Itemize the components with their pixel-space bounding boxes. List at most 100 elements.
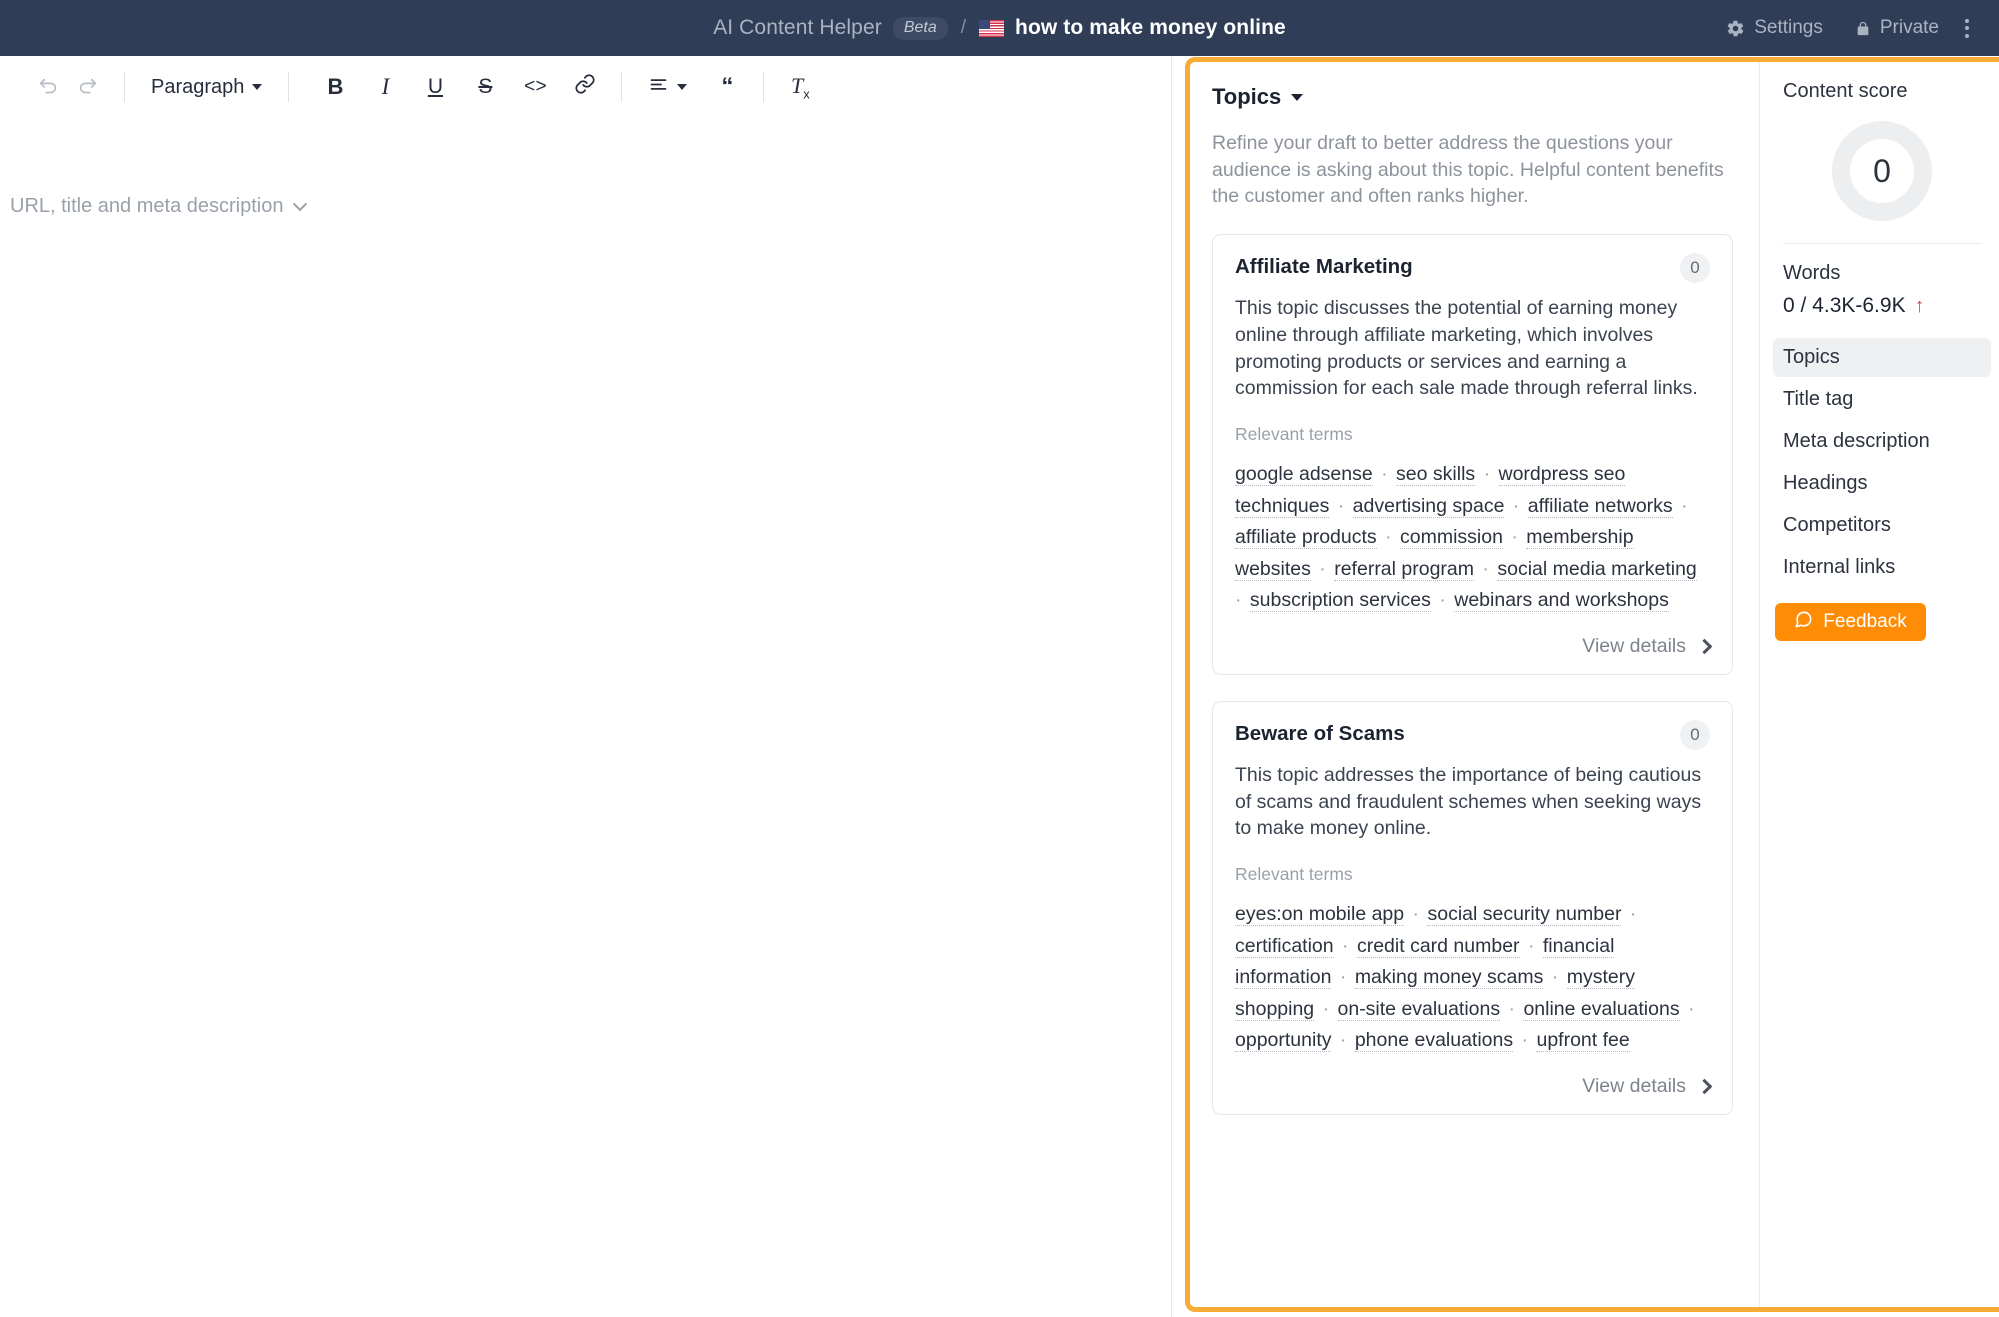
- bold-button[interactable]: B: [315, 67, 355, 107]
- relevant-term[interactable]: referral program: [1334, 557, 1475, 581]
- term-separator: ·: [1477, 557, 1495, 580]
- term-separator: ·: [1433, 589, 1452, 612]
- term-separator: ·: [1478, 462, 1496, 485]
- topic-count-badge: 0: [1680, 253, 1710, 284]
- relevant-term[interactable]: commission: [1400, 526, 1503, 550]
- topic-title: Affiliate Marketing: [1235, 255, 1413, 279]
- term-separator: ·: [1624, 902, 1637, 925]
- term-separator: ·: [1546, 966, 1564, 989]
- sidebar-item-title-tag[interactable]: Title tag: [1773, 380, 1991, 419]
- term-separator: ·: [1379, 526, 1397, 549]
- settings-button[interactable]: Settings: [1710, 11, 1839, 45]
- us-flag-icon: [979, 19, 1005, 37]
- chevron-right-icon: [1696, 638, 1713, 655]
- feedback-button[interactable]: Feedback: [1775, 603, 1926, 641]
- topics-column: Topics Refine your draft to better addre…: [1190, 62, 1760, 1307]
- view-details-label: View details: [1582, 634, 1686, 657]
- align-left-icon: [648, 74, 669, 101]
- term-separator: ·: [1334, 966, 1352, 989]
- relevant-term[interactable]: phone evaluations: [1354, 1029, 1514, 1053]
- relevant-term[interactable]: affiliate networks: [1527, 494, 1673, 518]
- right-panel: Topics Refine your draft to better addre…: [1173, 56, 1999, 1317]
- relevant-term[interactable]: subscription services: [1249, 589, 1431, 613]
- content-score-gauge: 0: [1783, 121, 1981, 221]
- inline-code-button[interactable]: <>: [515, 67, 555, 107]
- words-value-row: 0 / 4.3K-6.9K ↑: [1783, 294, 1981, 318]
- words-value: 0 / 4.3K-6.9K: [1783, 294, 1906, 317]
- relevant-term[interactable]: certification: [1235, 934, 1334, 958]
- align-dropdown[interactable]: [638, 67, 697, 107]
- blockquote-button[interactable]: “: [707, 67, 747, 107]
- view-details-link[interactable]: View details: [1235, 1074, 1713, 1098]
- view-details-link[interactable]: View details: [1235, 634, 1713, 658]
- relevant-terms-label: Relevant terms: [1235, 863, 1353, 884]
- relevant-term[interactable]: online evaluations: [1523, 997, 1680, 1021]
- topic-description: This topic discusses the potential of ea…: [1235, 297, 1698, 400]
- chevron-down-icon: [252, 84, 263, 90]
- toolbar-divider: [763, 72, 765, 102]
- sidebar-item-label: Title tag: [1783, 388, 1854, 410]
- term-separator: ·: [1317, 997, 1335, 1020]
- topic-card[interactable]: Beware of Scams 0 This topic addresses t…: [1212, 700, 1733, 1115]
- sidebar-item-headings[interactable]: Headings: [1773, 464, 1991, 503]
- term-separator: ·: [1522, 934, 1540, 957]
- relevant-term[interactable]: social media marketing: [1497, 557, 1697, 581]
- beta-badge: Beta: [892, 16, 948, 40]
- relevant-term[interactable]: social security number: [1427, 902, 1622, 926]
- relevant-term[interactable]: on-site evaluations: [1337, 997, 1501, 1021]
- term-separator: ·: [1675, 494, 1688, 517]
- editor-content-area[interactable]: [0, 256, 1171, 1317]
- relevant-term[interactable]: advertising space: [1352, 494, 1505, 518]
- relevant-terms-list: eyes:on mobile app · social security num…: [1235, 899, 1710, 1057]
- settings-label: Settings: [1754, 17, 1823, 38]
- topic-card[interactable]: Affiliate Marketing 0 This topic discuss…: [1212, 234, 1733, 675]
- relevant-term[interactable]: google adsense: [1235, 462, 1373, 486]
- term-separator: ·: [1336, 934, 1354, 957]
- chevron-right-icon: [1696, 1078, 1713, 1095]
- strikethrough-label: S: [478, 75, 493, 98]
- relevant-term[interactable]: seo skills: [1396, 462, 1476, 486]
- relevant-term[interactable]: credit card number: [1356, 934, 1520, 958]
- sidebar-item-topics[interactable]: Topics: [1773, 338, 1991, 377]
- divider: [1783, 243, 1981, 244]
- sidebar-item-meta-description[interactable]: Meta description: [1773, 422, 1991, 461]
- sidebar-item-label: Competitors: [1783, 514, 1891, 536]
- relevant-term[interactable]: affiliate products: [1235, 526, 1377, 550]
- italic-button[interactable]: I: [365, 67, 405, 107]
- view-details-label: View details: [1582, 1074, 1686, 1097]
- meta-description-toggle[interactable]: URL, title and meta description: [10, 195, 308, 218]
- block-style-dropdown[interactable]: Paragraph: [141, 67, 272, 107]
- undo-icon[interactable]: [28, 67, 68, 107]
- top-bar-actions: Settings Private: [1710, 0, 1983, 56]
- relevant-term[interactable]: opportunity: [1235, 1029, 1332, 1053]
- relevant-term[interactable]: making money scams: [1354, 966, 1544, 990]
- topic-count-badge: 0: [1680, 719, 1710, 750]
- sidebar-item-label: Headings: [1783, 472, 1868, 494]
- sidebar-item-label: Internal links: [1783, 556, 1896, 578]
- term-separator: ·: [1503, 997, 1521, 1020]
- sidebar-item-internal-links[interactable]: Internal links: [1773, 548, 1991, 587]
- score-nav-list: Topics Title tag Meta description Headin…: [1765, 338, 1999, 587]
- breadcrumb-separator: /: [960, 17, 967, 38]
- lock-icon: [1855, 19, 1871, 38]
- clear-formatting-button[interactable]: Tx: [780, 67, 820, 107]
- relevant-term[interactable]: webinars and workshops: [1454, 589, 1669, 613]
- relevant-term[interactable]: upfront fee: [1536, 1029, 1630, 1053]
- feedback-label: Feedback: [1823, 611, 1907, 632]
- underline-button[interactable]: U: [415, 67, 455, 107]
- content-score-label: Content score: [1783, 80, 1908, 102]
- relevant-terms-label: Relevant terms: [1235, 423, 1353, 444]
- italic-label: I: [381, 74, 390, 99]
- kebab-menu-icon[interactable]: [1955, 13, 1983, 44]
- topics-dropdown[interactable]: Topics: [1212, 84, 1733, 110]
- app-name: AI Content Helper: [713, 16, 882, 39]
- redo-icon[interactable]: [68, 67, 108, 107]
- link-button[interactable]: [565, 67, 605, 107]
- toolbar-divider: [621, 72, 623, 102]
- relevant-terms-list: google adsense · seo skills · wordpress …: [1235, 459, 1710, 617]
- relevant-term[interactable]: eyes:on mobile app: [1235, 902, 1405, 926]
- strikethrough-button[interactable]: S: [465, 67, 505, 107]
- sidebar-item-competitors[interactable]: Competitors: [1773, 506, 1991, 545]
- underline-label: U: [427, 75, 443, 98]
- privacy-button[interactable]: Private: [1839, 11, 1955, 45]
